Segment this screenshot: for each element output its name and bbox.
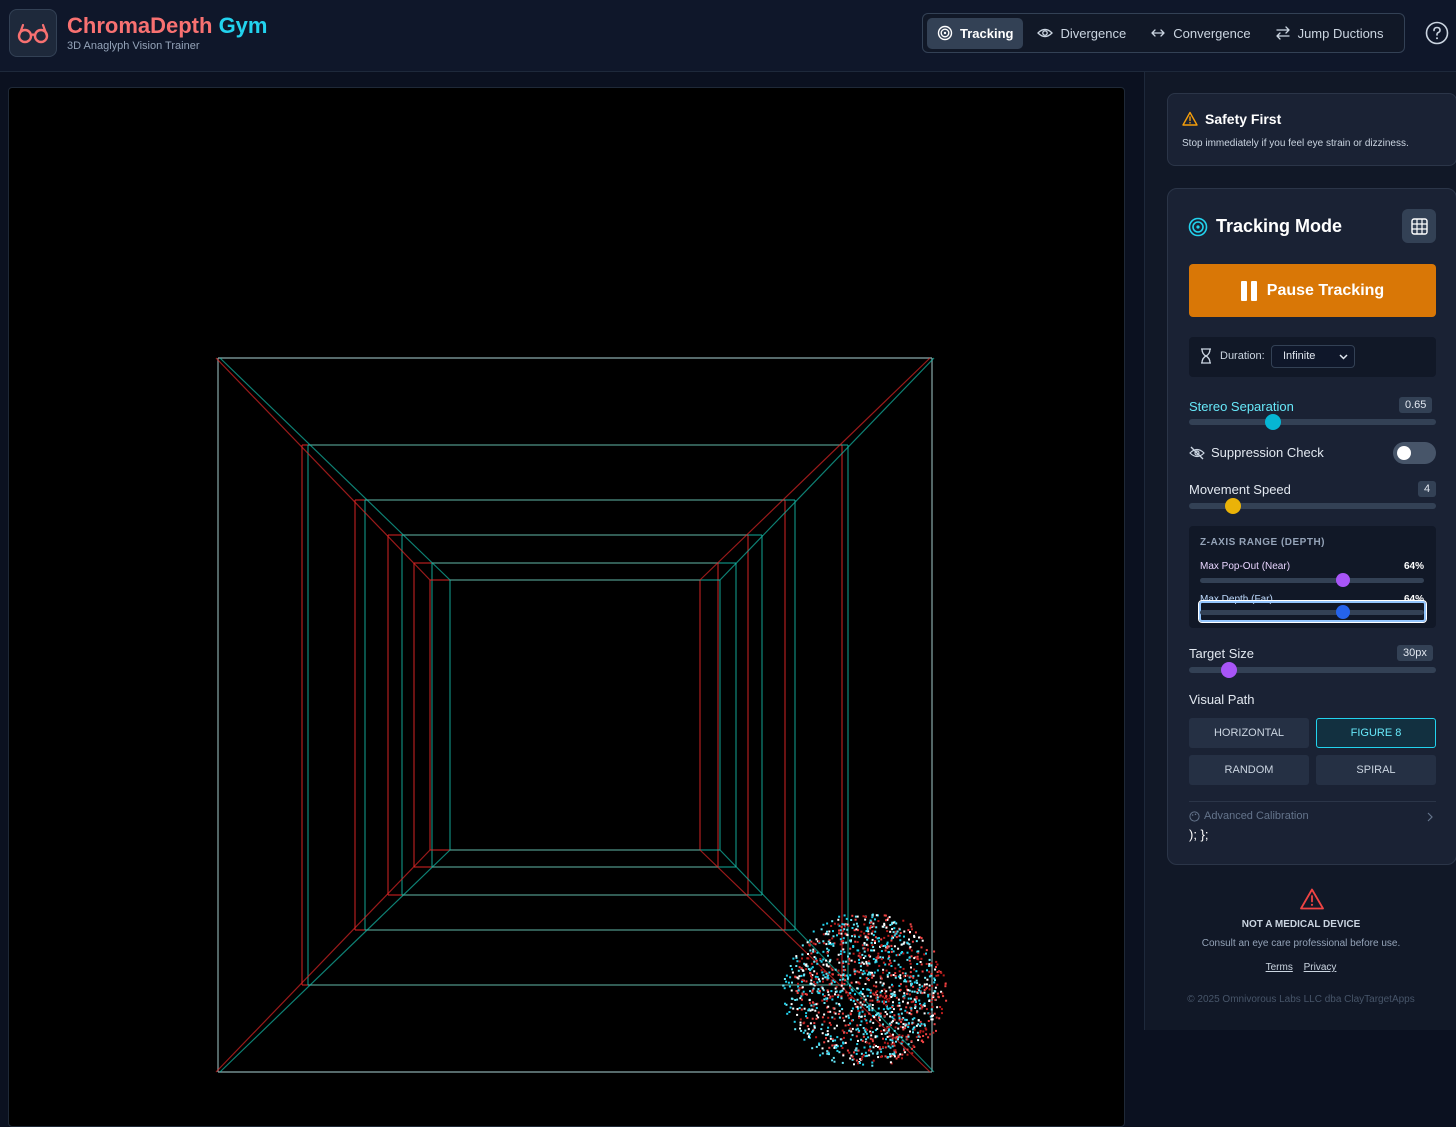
target-icon [1188,217,1208,237]
target-size-value: 30px [1397,645,1433,661]
stereo-separation-label: Stereo Separation [1189,399,1294,414]
stray-code-text: ); }; [1189,827,1209,842]
near-value: 64% [1403,561,1424,572]
toggle-knob [1397,446,1411,460]
palette-icon [1189,811,1200,822]
visual-path-label: Visual Path [1189,692,1255,707]
near-slider[interactable] [1200,573,1424,587]
alert-triangle-icon [1300,888,1324,910]
chevron-down-icon [1339,354,1348,360]
logo [9,9,57,57]
target-size-slider[interactable] [1189,662,1436,678]
anaglyph-canvas[interactable] [8,87,1125,1127]
path-figure8-button[interactable]: FIGURE 8 [1316,718,1436,748]
panel-title: Tracking Mode [1216,216,1343,236]
path-random-button[interactable]: RANDOM [1189,755,1309,785]
copyright: © 2025 Omnivorous Labs LLC dba ClayTarge… [1187,994,1415,1005]
movement-speed-slider[interactable] [1189,498,1436,514]
near-label: Max Pop-Out (Near) [1200,561,1291,572]
target-slider-thumb[interactable] [1220,662,1237,678]
target-icon [937,25,953,41]
z-axis-title: Z-AXIS RANGE (DEPTH) [1200,537,1325,548]
near-slider-thumb[interactable] [1336,573,1351,587]
suppression-toggle[interactable] [1393,442,1436,464]
safety-title: Safety First [1205,111,1282,127]
footer-links: Terms Privacy [1145,962,1456,973]
eye-icon [1037,28,1054,38]
stage [0,72,1144,1127]
page-background [1144,1030,1456,1122]
stereo-separation-value: 0.65 [1399,397,1433,413]
speed-slider-thumb[interactable] [1225,498,1242,514]
tunnel-scene [215,357,948,1073]
hourglass-icon [1201,348,1211,364]
safety-card: Safety First Stop immediately if you fee… [1167,93,1456,166]
privacy-link[interactable]: Privacy [1304,962,1337,973]
arrows-horizontal-icon [1151,29,1165,37]
grid-icon [1410,217,1428,235]
tab-divergence[interactable]: Divergence [1027,18,1136,49]
tracking-target-sphere [782,913,948,1067]
sidebar: Safety First Stop immediately if you fee… [1144,72,1456,1030]
app-header: ChromaDepth Gym 3D Anaglyph Vision Train… [0,0,1456,72]
stereo-separation-slider[interactable] [1189,414,1436,430]
tracking-panel: Tracking Mode Pause Tracking Duration: I… [1167,188,1456,865]
tab-jump-ductions[interactable]: Jump Ductions [1265,18,1394,49]
z-axis-range-box: Z-AXIS RANGE (DEPTH) Max Pop-Out (Near) … [1189,526,1436,628]
duration-row: Duration: Infinite [1189,337,1436,377]
app-subtitle: 3D Anaglyph Vision Trainer [67,40,200,52]
warning-icon [1182,111,1198,126]
disclaimer-title: NOT A MEDICAL DEVICE [1241,919,1361,930]
pause-icon [1240,280,1257,301]
movement-speed-value: 4 [1418,481,1437,497]
pause-tracking-button[interactable]: Pause Tracking [1189,264,1436,317]
help-circle-icon[interactable] [1425,21,1449,45]
app-title: ChromaDepth Gym [67,13,268,38]
terms-link[interactable]: Terms [1266,962,1293,973]
eye-off-icon [1189,446,1205,460]
grid-toggle-button[interactable] [1402,209,1436,243]
safety-text: Stop immediately if you feel eye strain … [1182,138,1409,149]
tab-tracking[interactable]: Tracking [927,17,1024,49]
mode-tabs: Tracking Divergence Convergence Jump Duc… [922,13,1405,53]
path-horizontal-button[interactable]: HORIZONTAL [1189,718,1309,748]
suppression-label: Suppression Check [1211,445,1324,460]
path-spiral-button[interactable]: SPIRAL [1316,755,1436,785]
target-size-label: Target Size [1189,646,1255,661]
tab-convergence[interactable]: Convergence [1140,18,1260,49]
swap-icon [1275,26,1290,40]
divider [1189,801,1436,802]
duration-select[interactable]: Infinite [1271,345,1355,368]
disclaimer-text: Consult an eye care professional before … [1201,938,1401,949]
advanced-calibration-toggle[interactable]: Advanced Calibration [1204,810,1309,822]
far-slider[interactable] [1200,605,1424,619]
glasses-icon [17,23,49,44]
chevron-right-icon[interactable] [1426,812,1434,822]
stereo-slider-thumb[interactable] [1264,414,1281,430]
movement-speed-label: Movement Speed [1189,482,1291,497]
